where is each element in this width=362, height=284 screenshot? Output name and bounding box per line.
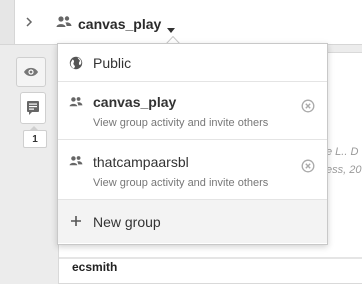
annotation-author[interactable]: ecsmith <box>72 260 117 274</box>
group-switcher-button[interactable]: canvas_play <box>56 15 176 34</box>
group-icon <box>69 95 83 109</box>
note-icon <box>27 101 39 115</box>
group-switcher-label: canvas_play <box>78 16 162 32</box>
menu-item-label: Public <box>93 55 132 71</box>
menu-item-new-group[interactable]: New group <box>58 200 327 243</box>
new-page-note-button[interactable] <box>20 92 46 124</box>
plus-icon <box>69 214 83 228</box>
group-icon <box>69 154 83 168</box>
background-text-snippet: ess, 20 <box>326 164 362 176</box>
toggle-highlights-button[interactable] <box>16 57 46 87</box>
group-subtitle: View group activity and invite others <box>93 117 269 129</box>
group-dropdown-menu: Public canvas_play View group activity a… <box>57 43 328 245</box>
annotation-count-badge[interactable]: 1 <box>23 130 47 148</box>
top-bar: canvas_play <box>0 0 362 45</box>
group-icon <box>56 15 72 34</box>
leave-group-icon[interactable] <box>301 99 315 113</box>
new-group-label: New group <box>93 214 161 230</box>
background-text-snippet: e L.. D <box>326 146 359 158</box>
chevron-right-icon[interactable] <box>22 14 36 30</box>
card-divider <box>59 257 362 259</box>
menu-item-group-canvas-play[interactable]: canvas_play View group activity and invi… <box>58 82 327 140</box>
caret-down-icon <box>167 21 176 33</box>
group-subtitle: View group activity and invite others <box>93 177 269 189</box>
group-name-label: canvas_play <box>93 94 177 110</box>
eye-icon <box>24 67 38 77</box>
group-name-label: thatcampaarsbl <box>93 154 189 170</box>
sidebar-edge <box>0 0 15 44</box>
globe-icon <box>69 56 83 70</box>
leave-group-icon[interactable] <box>301 159 315 173</box>
menu-item-group-thatcampaarsbl[interactable]: thatcampaarsbl View group activity and i… <box>58 140 327 200</box>
menu-item-public[interactable]: Public <box>58 44 327 82</box>
